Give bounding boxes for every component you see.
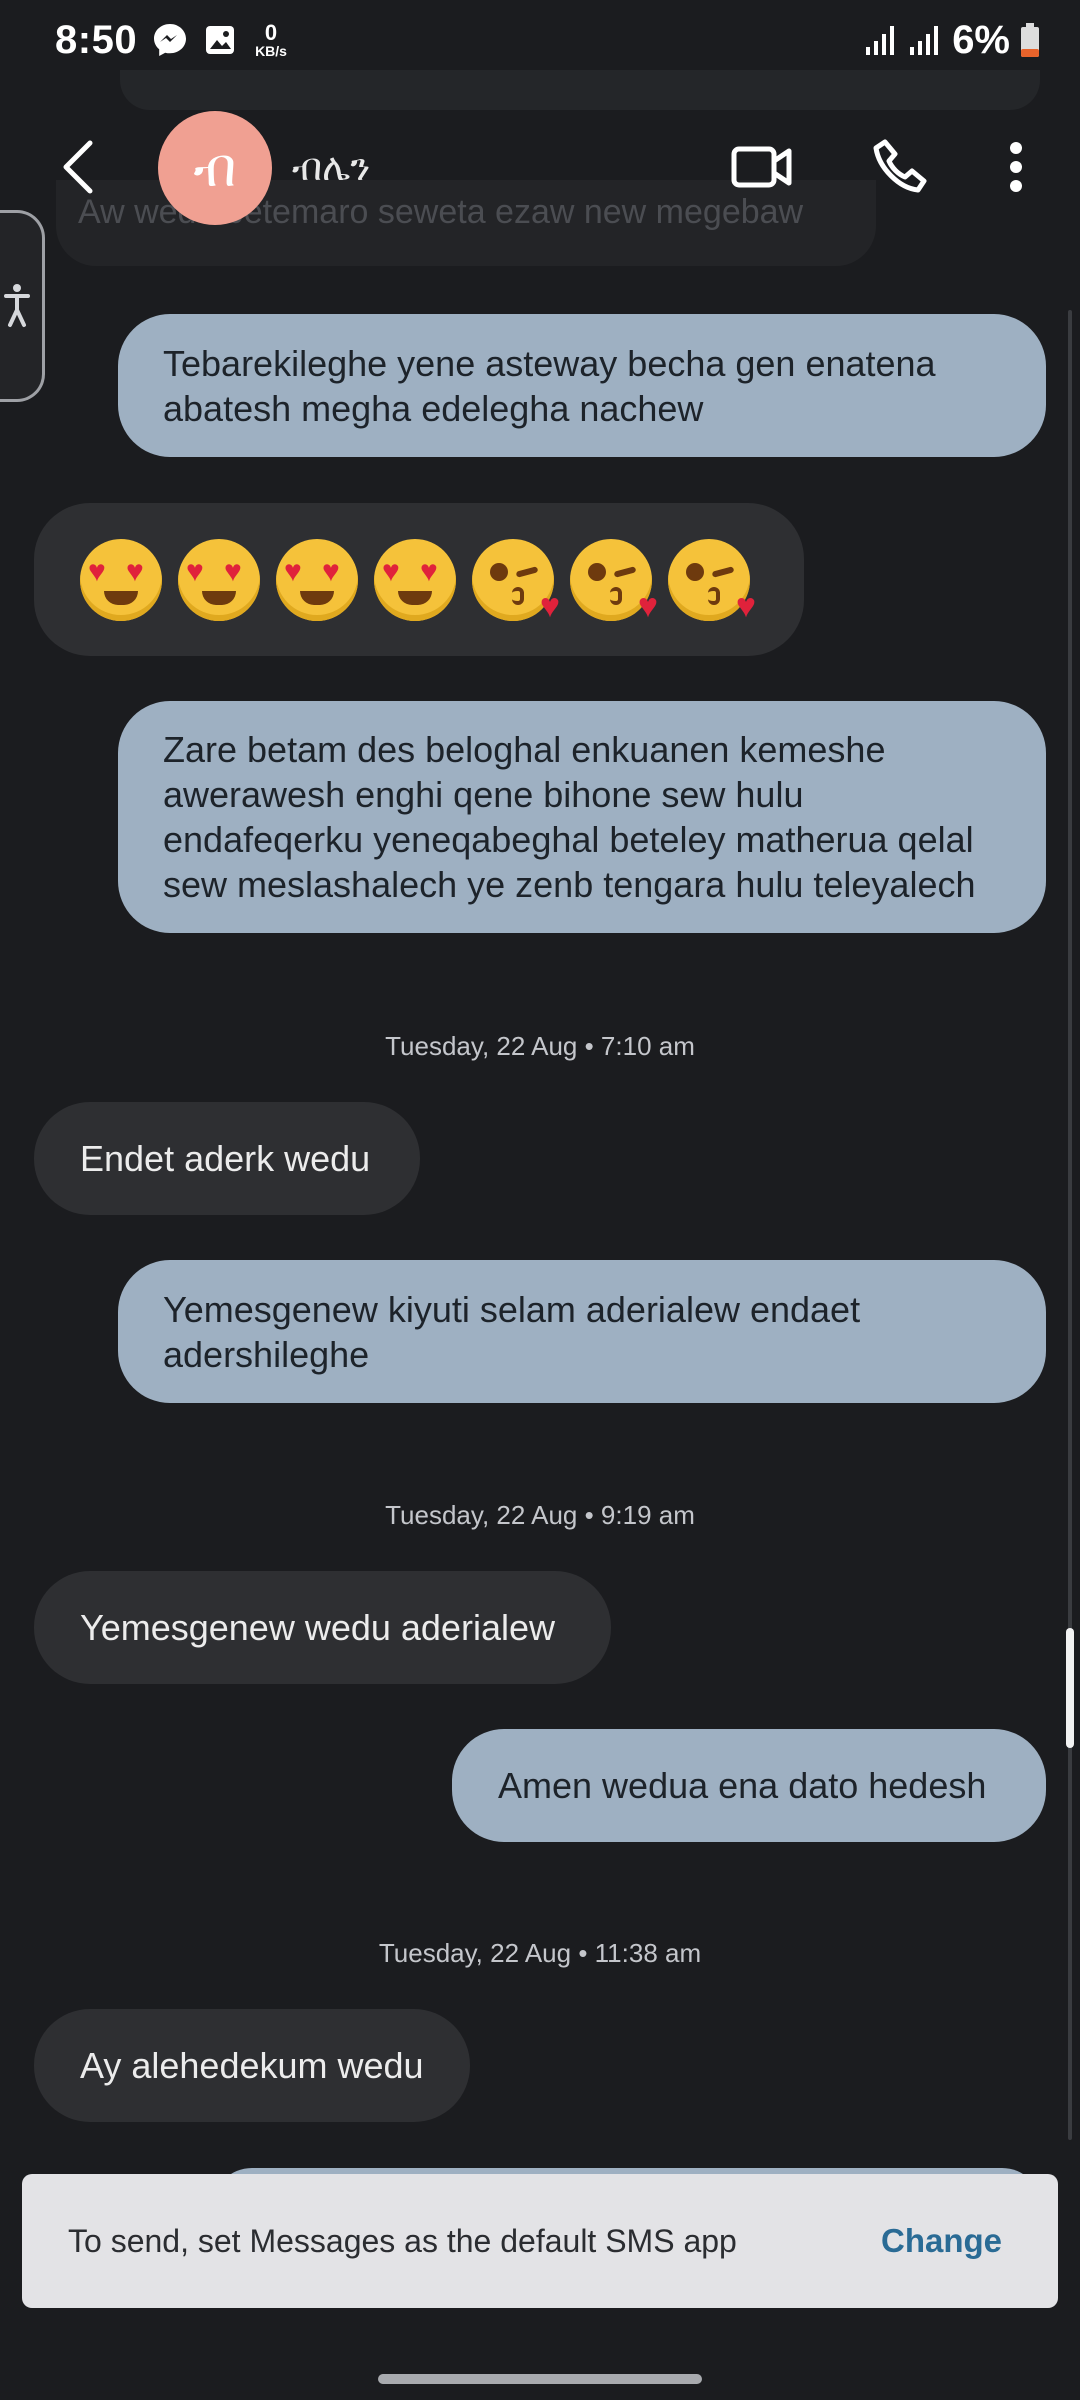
more-options-button[interactable]: [996, 135, 1036, 199]
message-bubble-outgoing[interactable]: Amen wedua ena dato hedesh: [452, 1729, 1046, 1842]
conversation-header: ብ ብሌን: [0, 95, 1080, 240]
heart-eyes-emoji: ♥ ♥: [178, 538, 260, 621]
change-default-button[interactable]: Change: [881, 2222, 1002, 2260]
battery-icon: [1020, 22, 1040, 58]
date-separator: Tuesday, 22 Aug • 9:19 am: [385, 1500, 695, 1530]
kissing-heart-emoji: ♥: [570, 538, 658, 623]
message-text: Tebarekileghe yene asteway becha gen ena…: [163, 342, 936, 429]
status-left: 8:50 0 KB/s: [55, 18, 287, 63]
contact-avatar[interactable]: ብ: [158, 111, 272, 225]
network-speed-value: 0: [264, 20, 278, 45]
message-text: Yemesgenew kiyuti selam aderialew endaet…: [163, 1288, 861, 1375]
status-bar: 8:50 0 KB/s 6%: [0, 0, 1080, 80]
video-call-button[interactable]: [730, 137, 794, 197]
status-right: 6%: [864, 18, 1040, 63]
accessibility-icon: [4, 284, 30, 327]
network-speed-unit: KB/s: [255, 43, 287, 59]
back-button[interactable]: [50, 137, 110, 197]
message-text: Zare betam des beloghal enkuanen kemeshe…: [163, 729, 976, 905]
message-bubble-incoming[interactable]: Ay alehedekum wedu: [34, 2009, 470, 2122]
snackbar-message: To send, set Messages as the default SMS…: [68, 2222, 737, 2259]
message-bubble-outgoing[interactable]: Yemesgenew kiyuti selam aderialew endaet…: [118, 1260, 1046, 1403]
network-speed-indicator: 0 KB/s: [255, 20, 287, 59]
more-vertical-icon: [1010, 142, 1022, 192]
message-text: Yemesgenew wedu aderialew: [80, 1607, 555, 1648]
signal-icon-sim2: [908, 23, 942, 57]
date-separator: Tuesday, 22 Aug • 7:10 am: [385, 1031, 695, 1061]
date-separator: Tuesday, 22 Aug • 11:38 am: [378, 1938, 702, 1968]
kissing-heart-emoji: ♥: [472, 538, 560, 623]
phone-icon: [873, 139, 927, 193]
battery-percentage: 6%: [952, 17, 1010, 62]
accessibility-shortcut[interactable]: [0, 210, 45, 402]
message-bubble-incoming[interactable]: Yemesgenew wedu aderialew: [34, 1571, 611, 1684]
message-bubble-outgoing[interactable]: Zare betam des beloghal enkuanen kemeshe…: [118, 701, 1046, 933]
heart-eyes-emoji: ♥ ♥: [374, 538, 456, 621]
scrollbar-thumb[interactable]: [1066, 1628, 1074, 1748]
message-bubble-incoming[interactable]: Endet aderk wedu: [34, 1102, 420, 1215]
status-time: 8:50: [55, 17, 138, 62]
gallery-notification-icon: [203, 23, 237, 57]
emoji-row: ♥ ♥ ♥ ♥ ♥ ♥ ♥ ♥ ♥ ♥ ♥: [80, 538, 756, 623]
message-text: Amen wedua ena dato hedesh: [498, 1765, 987, 1806]
heart-eyes-emoji: ♥ ♥: [80, 538, 162, 621]
message-bubble-incoming-emoji[interactable]: ♥ ♥ ♥ ♥ ♥ ♥ ♥ ♥ ♥ ♥ ♥: [34, 503, 804, 656]
message-text: Endet aderk wedu: [80, 1138, 371, 1179]
voice-call-button[interactable]: [868, 135, 932, 199]
back-arrow-icon: [63, 140, 93, 194]
messenger-notification-icon: [151, 21, 189, 59]
message-bubble-outgoing[interactable]: Tebarekileghe yene asteway becha gen ena…: [118, 314, 1046, 457]
message-text: Ay alehedekum wedu: [80, 2045, 424, 2086]
gesture-navigation-bar[interactable]: [378, 2374, 702, 2384]
kissing-heart-emoji: ♥: [668, 538, 756, 623]
video-camera-icon: [731, 146, 792, 188]
avatar-letter: ብ: [193, 136, 237, 199]
signal-icon-sim1: [864, 23, 898, 57]
contact-name[interactable]: ብሌን: [292, 145, 370, 190]
default-sms-snackbar: To send, set Messages as the default SMS…: [22, 2174, 1058, 2308]
heart-eyes-emoji: ♥ ♥: [276, 538, 358, 621]
scrollbar-track[interactable]: [1068, 310, 1072, 2140]
